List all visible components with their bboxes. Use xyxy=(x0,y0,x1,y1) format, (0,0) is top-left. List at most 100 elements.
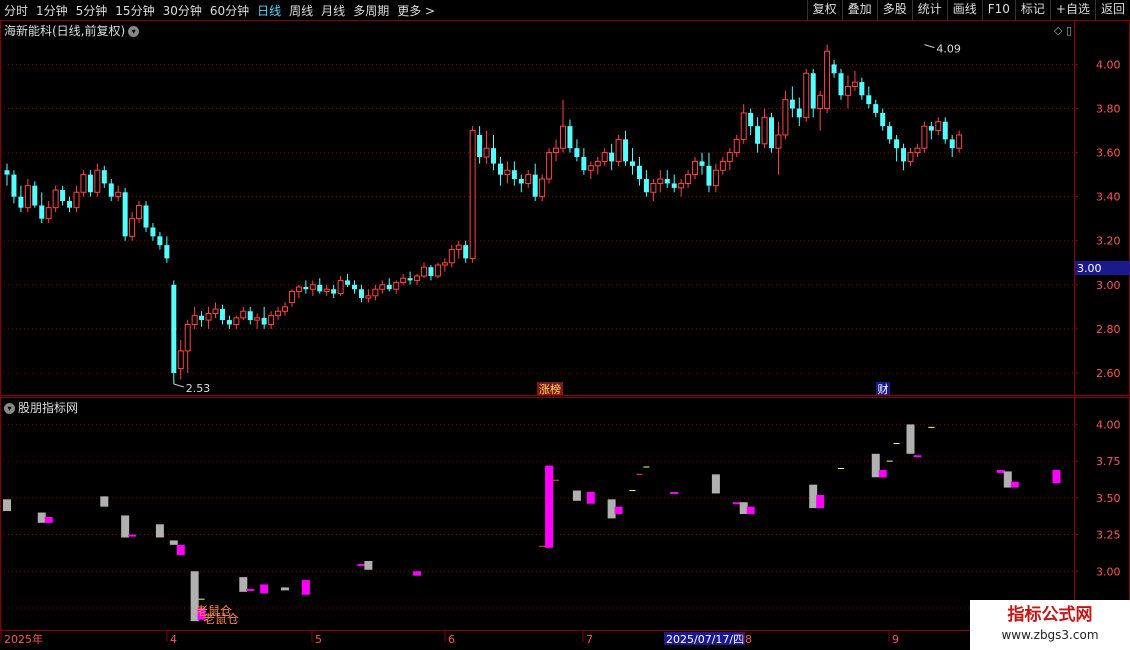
indicator-bar xyxy=(128,534,137,537)
chevron-down-icon[interactable]: ▾ xyxy=(4,403,15,414)
candle-body xyxy=(844,85,851,96)
candle-body xyxy=(199,315,205,321)
indicator-bar xyxy=(878,469,887,478)
candle-body xyxy=(880,112,886,127)
indicator-bar xyxy=(1003,471,1012,488)
candle-body xyxy=(87,174,93,193)
y-tick-label: 2.80 xyxy=(1096,323,1121,336)
main-panel-frame xyxy=(0,20,1130,396)
candle-body xyxy=(831,64,837,74)
kline-chart[interactable]: 4.00 3.80 3.60 3.40 3.20 3.00 2.80 2.60 4.00 3.75… xyxy=(0,0,1130,650)
watermark-url: www.zbgs3.com xyxy=(1001,628,1099,642)
candle-body xyxy=(434,264,441,277)
candle-body xyxy=(379,284,386,290)
candle-body xyxy=(184,323,191,352)
watermark-logo: 指标公式网 www.zbgs3.com xyxy=(970,600,1130,650)
y-tick-label: 3.50 xyxy=(1096,492,1121,505)
watermark-title: 指标公式网 xyxy=(1007,605,1093,625)
candle-body xyxy=(817,94,824,110)
signal-label: 老鼠仓 xyxy=(203,612,239,626)
candle-body xyxy=(150,227,156,237)
indicator-bar xyxy=(260,584,269,594)
indicator-bar xyxy=(670,491,679,494)
candle-body xyxy=(636,165,642,180)
indicator-bar xyxy=(711,474,720,494)
candle-body xyxy=(887,126,893,140)
candle-body xyxy=(518,179,524,184)
x-tick-label: 2025年 xyxy=(4,632,43,646)
candle-body xyxy=(317,284,323,292)
candle-body xyxy=(504,169,511,176)
candle-body xyxy=(441,262,448,266)
candle-body xyxy=(525,174,532,184)
candle-body xyxy=(143,205,149,228)
candle-body xyxy=(477,134,483,157)
candle-body xyxy=(32,185,38,206)
high-label: 4.09 xyxy=(936,43,961,56)
candle-body xyxy=(448,249,455,264)
candle-body xyxy=(240,310,247,319)
indicator-bar xyxy=(3,499,11,512)
candle-body xyxy=(122,192,128,237)
candle-body xyxy=(553,147,560,154)
candle-body xyxy=(414,275,421,281)
indicator-bar xyxy=(246,588,255,591)
candle-body xyxy=(295,286,302,292)
candle-body xyxy=(609,152,615,162)
candle-body xyxy=(455,244,462,251)
candle-body xyxy=(755,126,761,144)
candle-body xyxy=(706,165,712,186)
candle-body xyxy=(956,134,963,149)
indicator-bar xyxy=(871,453,880,478)
y-tick-label: 3.00 xyxy=(1096,565,1121,578)
candle-body xyxy=(386,284,392,290)
indicator-bar xyxy=(301,580,310,595)
y-tick-label: 4.00 xyxy=(1096,58,1121,71)
candle-body xyxy=(11,174,17,197)
candle-body xyxy=(894,139,900,149)
indicator-bar xyxy=(809,484,818,509)
x-tick-label: 4 xyxy=(170,633,177,646)
candle-body xyxy=(574,148,580,157)
candle-body xyxy=(789,99,795,109)
candle-body xyxy=(247,311,253,321)
candle-body xyxy=(219,309,225,321)
x-tick-label: 9 xyxy=(892,633,899,646)
candle-body xyxy=(664,179,670,184)
indicator-bar xyxy=(545,465,554,548)
candle-body xyxy=(643,179,649,193)
indicator-bar xyxy=(155,524,164,538)
crosshair-date-label: 2025/07/17/四 xyxy=(666,633,744,646)
candle-body xyxy=(393,282,400,290)
indicator-bar xyxy=(364,560,373,570)
candle-body xyxy=(594,160,601,167)
candle-body xyxy=(171,284,177,373)
indicator-bar xyxy=(607,499,616,519)
candle-body xyxy=(532,174,538,197)
candle-body xyxy=(497,163,503,175)
indicator-bar xyxy=(739,502,748,514)
candle-body xyxy=(740,112,747,140)
candle-body xyxy=(39,205,45,219)
indicator-title[interactable]: ▾ 股朋指标网 xyxy=(4,399,78,416)
candle-body xyxy=(914,147,921,154)
indicator-bar xyxy=(37,512,46,523)
candle-body xyxy=(511,170,517,180)
candle-body xyxy=(838,73,844,96)
indicator-bar xyxy=(816,494,825,509)
candle-body xyxy=(678,182,685,189)
candle-body xyxy=(345,280,351,285)
indicator-bar xyxy=(614,506,623,514)
candle-body xyxy=(587,165,594,171)
candle-body xyxy=(421,266,427,277)
candle-body xyxy=(226,320,232,325)
low-pointer xyxy=(173,383,184,388)
candle-body xyxy=(692,160,699,176)
x-tick-label: 7 xyxy=(586,633,593,646)
candle-body xyxy=(859,82,865,96)
x-tick-label: 8 xyxy=(745,633,752,646)
candle-body xyxy=(164,245,170,259)
candle-body xyxy=(581,157,587,171)
candle-body xyxy=(337,279,344,295)
candle-body xyxy=(769,117,774,149)
